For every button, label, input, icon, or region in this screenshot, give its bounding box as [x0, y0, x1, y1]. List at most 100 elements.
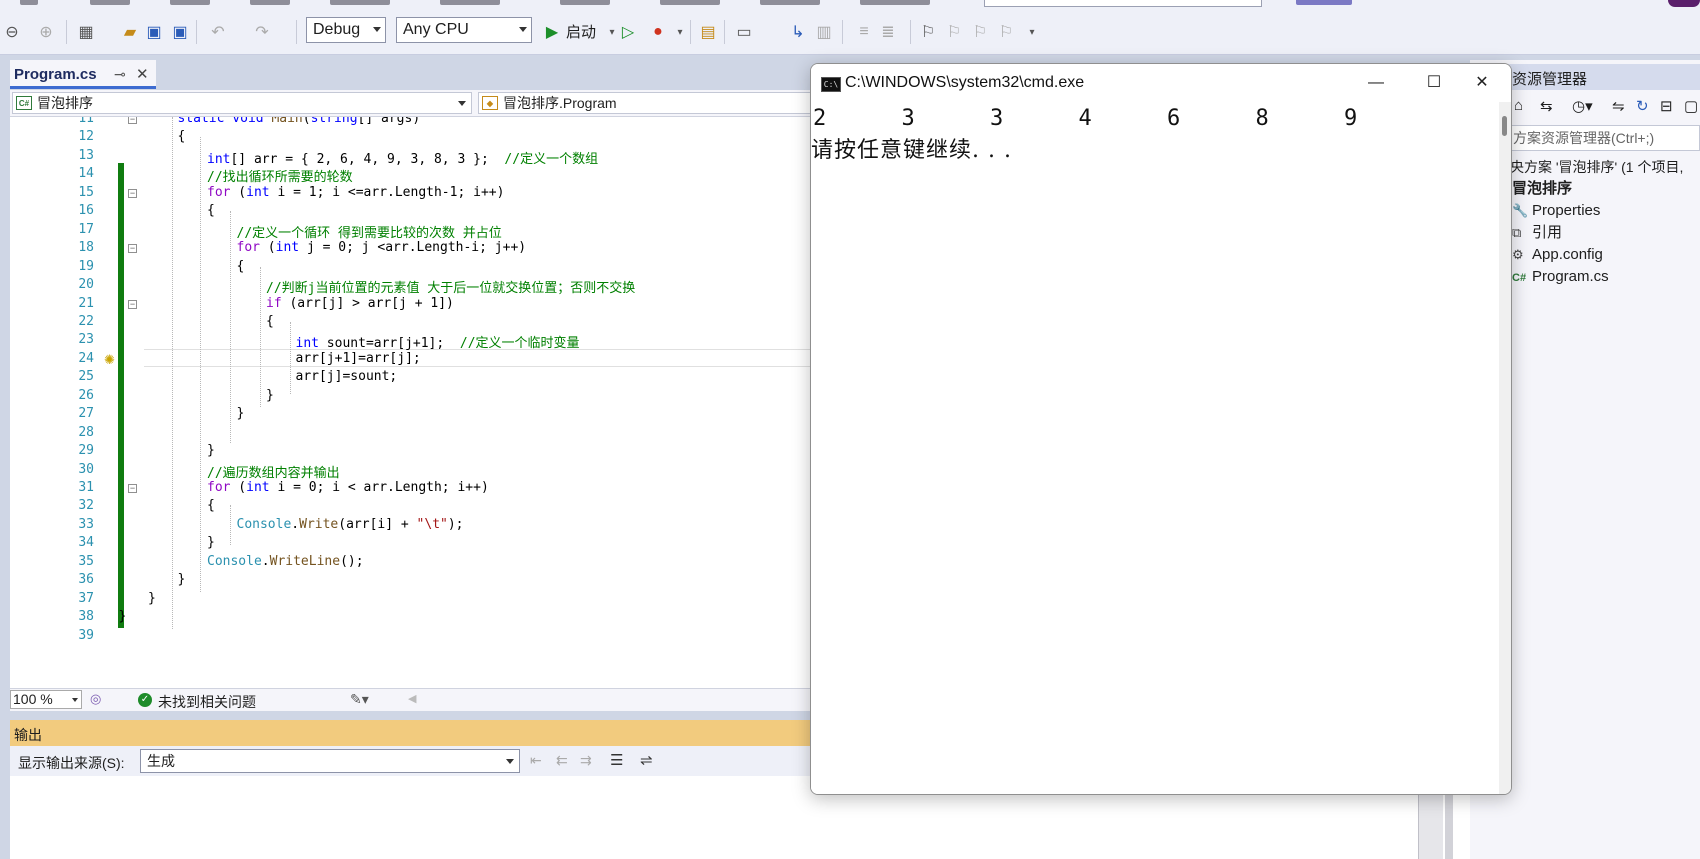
scroll-left-icon[interactable]: ◀ [408, 692, 416, 705]
menu-item[interactable] [760, 0, 820, 5]
code-line[interactable]: for (int i = 1; i <=arr.Length-1; i++) [207, 185, 504, 200]
code-line[interactable]: int[] arr = { 2, 6, 4, 9, 3, 8, 3 }; //定… [207, 148, 598, 167]
menu-item[interactable] [20, 0, 38, 5]
menu-item[interactable] [440, 0, 500, 5]
clear-all-icon[interactable]: ☰ [610, 751, 623, 769]
code-line[interactable]: } [207, 443, 215, 458]
fold-toggle-icon[interactable]: − [128, 484, 137, 493]
start-button-label[interactable]: 启动 [566, 21, 596, 42]
layout-icon[interactable]: ▭ [732, 20, 756, 44]
comment-icon[interactable]: ≡ [852, 20, 876, 44]
minimize-button[interactable]: — [1347, 64, 1405, 102]
code-line[interactable]: } [237, 406, 245, 421]
fold-toggle-icon[interactable]: − [128, 299, 137, 309]
save-all-icon[interactable]: ▣ [168, 20, 192, 44]
close-icon[interactable]: ✕ [136, 65, 149, 83]
next-message-icon[interactable]: ⇉ [580, 752, 592, 769]
code-line[interactable]: { [207, 203, 215, 218]
console-scrollbar[interactable] [1499, 102, 1511, 794]
menu-item[interactable] [660, 0, 720, 5]
home-icon[interactable]: ⌂ [1514, 97, 1523, 114]
console-title-bar[interactable]: C:\ C:\WINDOWS\system32\cmd.exe — ☐ ✕ [811, 64, 1511, 102]
switch-views-icon[interactable]: ⇆ [1540, 97, 1553, 115]
tree-item-properties[interactable]: 🔧 Properties [1512, 199, 1600, 223]
find-message-icon[interactable]: ⇤ [530, 752, 542, 769]
new-project-icon[interactable]: ▦ [74, 20, 98, 44]
prev-bookmark-icon[interactable]: ⚐ [942, 20, 966, 44]
code-line[interactable]: } [178, 572, 186, 587]
next-bookmark-icon[interactable]: ⚐ [968, 20, 992, 44]
open-folder-icon[interactable]: ▰ [118, 20, 142, 44]
chevron-down-icon[interactable]: ▾ [1020, 20, 1044, 44]
intellicode-icon[interactable]: ◎ [90, 691, 101, 707]
code-line[interactable]: } [119, 609, 127, 624]
code-line[interactable]: for (int j = 0; j <arr.Length-i; j++) [237, 240, 527, 255]
code-line[interactable]: { [207, 498, 215, 513]
search-box[interactable] [984, 0, 1262, 7]
fold-toggle-icon[interactable]: − [128, 117, 137, 124]
fold-toggle-icon[interactable]: − [128, 188, 137, 198]
console-window[interactable]: C:\ C:\WINDOWS\system32\cmd.exe — ☐ ✕ 2 3… [810, 63, 1512, 795]
menu-item[interactable] [860, 0, 930, 5]
solution-node[interactable]: 央方案 '冒泡排序' (1 个项目, [1510, 155, 1683, 179]
forward-icon[interactable]: ⊕ [34, 20, 58, 44]
issues-status[interactable]: 未找到相关问题 [158, 692, 256, 712]
tab-program-cs[interactable]: Program.cs ⊸ ✕ [10, 60, 156, 89]
code-line[interactable]: { [237, 259, 245, 274]
solution-explorer-icon[interactable]: ▤ [696, 20, 720, 44]
tree-item-program-cs[interactable]: C# Program.cs [1512, 265, 1609, 289]
code-line[interactable]: int sount=arr[j+1]; //定义一个临时变量 [296, 332, 580, 351]
sync-icon[interactable]: ⇋ [1612, 97, 1625, 115]
code-line[interactable]: //遍历数组内容并输出 [207, 462, 340, 481]
prev-message-icon[interactable]: ⇇ [556, 752, 568, 769]
zoom-select[interactable]: 100 % [10, 690, 82, 709]
project-node[interactable]: 冒泡排序 [1512, 177, 1572, 201]
word-wrap-icon[interactable]: ⇌ [640, 751, 653, 769]
clear-bookmarks-icon[interactable]: ⚐ [994, 20, 1018, 44]
code-line[interactable]: if (arr[j] > arr[j + 1]) [266, 296, 454, 311]
show-all-files-icon[interactable]: ▢ [1684, 97, 1698, 115]
code-line[interactable]: arr[j+1]=arr[j]; [296, 351, 421, 366]
project-nav-select[interactable]: C# 冒泡排序 [12, 92, 472, 114]
menu-item[interactable] [90, 0, 130, 5]
code-line[interactable]: } [148, 591, 156, 606]
refresh-icon[interactable]: ↻ [1636, 97, 1649, 115]
code-line[interactable]: //定义一个循环 得到需要比较的次数 并占位 [237, 222, 502, 241]
start-without-debug-icon[interactable]: ▷ [616, 20, 640, 44]
fold-toggle-icon[interactable]: − [128, 244, 137, 254]
code-line[interactable]: //找出循环所需要的轮数 [207, 166, 353, 185]
code-line[interactable]: for (int i = 0; i < arr.Length; i++) [207, 480, 489, 495]
code-line[interactable]: static void Main(string[] args) [178, 117, 421, 126]
solution-config-select[interactable]: Debug [306, 17, 386, 43]
start-icon[interactable]: ▶ [540, 20, 564, 44]
class-nav-select[interactable]: ◆ 冒泡排序.Program [478, 92, 818, 114]
code-line[interactable]: { [178, 129, 186, 144]
uncomment-icon[interactable]: ≣ [876, 20, 900, 44]
breakpoints-icon[interactable]: ▥ [812, 20, 836, 44]
pin-icon[interactable]: ⊸ [114, 66, 126, 83]
collapse-all-icon[interactable]: ⊟ [1660, 97, 1673, 115]
chevron-down-icon[interactable]: ▾ [668, 20, 692, 44]
back-icon[interactable]: ⊖ [0, 20, 24, 44]
close-button[interactable]: ✕ [1453, 64, 1511, 102]
tree-item-references[interactable]: ⧉ 引用 [1512, 221, 1562, 245]
bookmark-icon[interactable]: ⚐ [916, 20, 940, 44]
code-line[interactable]: Console.Write(arr[i] + "\t"); [237, 517, 464, 532]
code-cleanup-icon[interactable]: ✎▾ [350, 691, 369, 708]
output-scrollbar[interactable] [1418, 790, 1443, 859]
redo-icon[interactable]: ↷ [250, 20, 274, 44]
code-line[interactable]: { [266, 314, 274, 329]
save-icon[interactable]: ▣ [142, 20, 166, 44]
console-output[interactable]: 2 3 3 4 6 8 9 请按任意键继续. . . [811, 102, 1499, 794]
history-icon[interactable]: ◷▾ [1572, 97, 1593, 115]
undo-icon[interactable]: ↶ [206, 20, 230, 44]
output-source-select[interactable]: 生成 [140, 749, 520, 773]
lightbulb-icon[interactable]: ✺ [104, 352, 115, 368]
code-editor[interactable]: ✺ 11 static void Main(string[] args) − 12 {1… [10, 117, 810, 688]
code-line[interactable]: } [266, 388, 274, 403]
menu-item[interactable] [250, 0, 290, 5]
code-line[interactable]: } [207, 535, 215, 550]
menu-item[interactable] [560, 0, 610, 5]
avatar[interactable] [1668, 0, 1700, 7]
console-scroll-thumb[interactable] [1502, 116, 1507, 136]
